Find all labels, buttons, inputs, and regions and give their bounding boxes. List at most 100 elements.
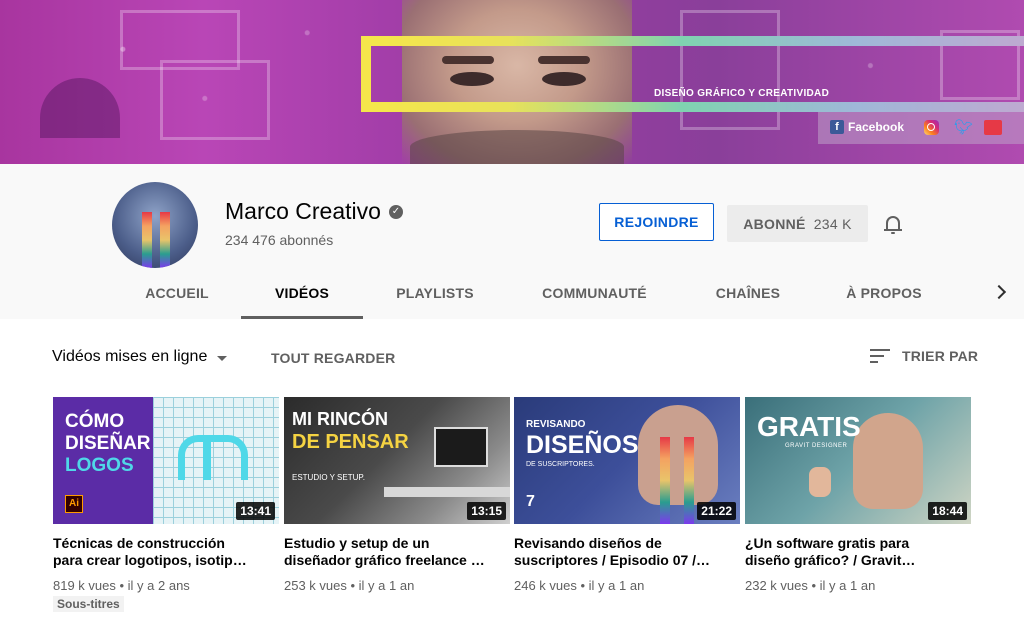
thumbnail-episode-number: 7 bbox=[526, 493, 535, 510]
video-title-line: suscriptores / Episodio 07 /… bbox=[514, 552, 711, 568]
channel-header: Marco Creativo ✓ 234 476 abonnés REJOIND… bbox=[0, 164, 1024, 319]
video-age: il y a 2 ans bbox=[127, 578, 190, 593]
facebook-icon: f bbox=[830, 120, 844, 134]
facebook-link[interactable]: f Facebook bbox=[830, 120, 904, 134]
verified-icon: ✓ bbox=[388, 204, 403, 219]
uploads-dropdown-label: Vidéos mises en ligne bbox=[52, 348, 208, 365]
video-age: il y a 1 an bbox=[819, 578, 876, 593]
join-button[interactable]: REJOINDRE bbox=[599, 203, 714, 241]
video-thumbnail[interactable]: GRATIS GRAVIT DESIGNER 18:44 bbox=[745, 397, 971, 524]
avatar-stripe bbox=[142, 212, 152, 268]
thumbnail-stripe bbox=[684, 437, 694, 524]
video-meta: 246 k vues • il y a 1 an bbox=[514, 578, 645, 593]
channel-banner: DISEÑO GRÁFICO Y CREATIVIDAD f Facebook … bbox=[0, 0, 1024, 164]
subscribed-count: 234 K bbox=[813, 215, 852, 232]
marco-creativo-logo-icon[interactable] bbox=[984, 120, 1002, 135]
notification-bell-icon[interactable] bbox=[884, 214, 902, 234]
video-thumbnail[interactable]: CÓMO DISEÑAR LOGOS Ai 13:41 bbox=[53, 397, 279, 524]
tab-playlists[interactable]: PLAYLISTS bbox=[384, 273, 486, 319]
channel-name: Marco Creativo ✓ bbox=[225, 198, 403, 225]
uploads-dropdown[interactable]: Vidéos mises en ligne bbox=[52, 348, 228, 366]
video-title[interactable]: Estudio y setup de un diseñador gráfico … bbox=[284, 535, 510, 569]
tab-channels[interactable]: CHAÎNES bbox=[702, 273, 794, 319]
thumbnail-line: DE SUSCRIPTORES. bbox=[526, 461, 595, 468]
video-thumbnail[interactable]: MI RINCÓN DE PENSAR ESTUDIO Y SETUP. 13:… bbox=[284, 397, 510, 524]
thumbnail-line: MI RINCÓN bbox=[292, 409, 388, 429]
thumbnail-line: ESTUDIO Y SETUP. bbox=[292, 473, 365, 482]
watch-all-button[interactable]: TOUT REGARDER bbox=[271, 350, 395, 366]
thumbnail-line: CÓMO bbox=[65, 411, 125, 432]
video-card[interactable]: CÓMO DISEÑAR LOGOS Ai 13:41 Técnicas de … bbox=[53, 397, 279, 613]
video-title-line: Revisando diseños de bbox=[514, 535, 662, 551]
banner-wall-frame bbox=[160, 60, 270, 140]
thumbnail-portrait bbox=[853, 413, 923, 509]
video-duration: 13:41 bbox=[236, 502, 275, 520]
video-title-line: para crear logotipos, isotip… bbox=[53, 552, 247, 568]
thumbnail-portrait bbox=[638, 405, 718, 505]
video-age: il y a 1 an bbox=[588, 578, 645, 593]
channel-avatar[interactable] bbox=[112, 182, 198, 268]
tab-home[interactable]: ACCUEIL bbox=[132, 273, 222, 319]
video-title-line: ¿Un software gratis para bbox=[745, 535, 910, 551]
video-title-line: Técnicas de construcción bbox=[53, 535, 225, 551]
thumbnail-desk bbox=[384, 487, 510, 497]
thumbnail-logo-shape bbox=[203, 435, 211, 480]
video-views: 246 k vues bbox=[514, 578, 577, 593]
channel-tabs: ACCUEIL VIDÉOS PLAYLISTS COMMUNAUTÉ CHAÎ… bbox=[0, 273, 1024, 319]
video-meta: 253 k vues • il y a 1 an bbox=[284, 578, 415, 593]
video-views: 232 k vues bbox=[745, 578, 808, 593]
video-card[interactable]: GRATIS GRAVIT DESIGNER 18:44 ¿Un softwar… bbox=[745, 397, 971, 593]
thumbnail-logo-shape bbox=[178, 435, 248, 480]
video-title-line: diseñador gráfico freelance … bbox=[284, 552, 485, 568]
sort-icon bbox=[870, 349, 890, 363]
subscribed-button[interactable]: ABONNÉ 234 K bbox=[727, 205, 868, 242]
video-duration: 18:44 bbox=[928, 502, 967, 520]
thumbnail-line: GRATIS bbox=[757, 411, 861, 442]
thumbnail-text: CÓMO DISEÑAR LOGOS bbox=[65, 411, 151, 477]
video-duration: 21:22 bbox=[697, 502, 736, 520]
sort-by-button[interactable]: TRIER PAR bbox=[870, 348, 978, 364]
video-title-line: diseño gráfico? / Gravit… bbox=[745, 552, 916, 568]
thumbnail-hand bbox=[809, 467, 831, 497]
banner-social-links: f Facebook 🐦︎ bbox=[818, 112, 1024, 144]
sort-by-label: TRIER PAR bbox=[902, 348, 979, 364]
video-thumbnail[interactable]: REVISANDO DISEÑOS DE SUSCRIPTORES. 7 21:… bbox=[514, 397, 740, 524]
thumbnail-monitor bbox=[434, 427, 488, 467]
video-card[interactable]: MI RINCÓN DE PENSAR ESTUDIO Y SETUP. 13:… bbox=[284, 397, 510, 593]
thumbnail-stripe bbox=[660, 437, 670, 524]
video-duration: 13:15 bbox=[467, 502, 506, 520]
instagram-icon[interactable] bbox=[924, 120, 939, 135]
tab-about[interactable]: À PROPOS bbox=[834, 273, 934, 319]
tab-videos[interactable]: VIDÉOS bbox=[241, 273, 363, 319]
thumbnail-line: LOGOS bbox=[65, 455, 134, 476]
video-views: 253 k vues bbox=[284, 578, 347, 593]
subscribed-label: ABONNÉ bbox=[743, 215, 806, 232]
subscriber-count: 234 476 abonnés bbox=[225, 232, 334, 248]
banner-gradient-frame bbox=[361, 36, 1024, 112]
subtitles-badge: Sous-titres bbox=[53, 596, 124, 612]
video-meta: 232 k vues • il y a 1 an bbox=[745, 578, 876, 593]
video-age: il y a 1 an bbox=[358, 578, 415, 593]
video-views: 819 k vues bbox=[53, 578, 116, 593]
twitter-icon[interactable]: 🐦︎ bbox=[954, 118, 973, 136]
illustrator-icon: Ai bbox=[65, 495, 83, 513]
video-title[interactable]: Técnicas de construcción para crear logo… bbox=[53, 535, 279, 569]
channel-name-text: Marco Creativo bbox=[225, 198, 381, 224]
thumbnail-line: GRAVIT DESIGNER bbox=[785, 443, 848, 449]
banner-beard bbox=[410, 130, 624, 164]
thumbnail-line: DISEÑOS bbox=[526, 431, 639, 459]
caret-down-icon bbox=[217, 355, 228, 361]
video-title[interactable]: ¿Un software gratis para diseño gráfico?… bbox=[745, 535, 971, 569]
avatar-stripe bbox=[160, 212, 170, 268]
thumbnail-line: REVISANDO bbox=[526, 419, 586, 430]
video-meta: 819 k vues • il y a 2 ans bbox=[53, 578, 190, 593]
video-card[interactable]: REVISANDO DISEÑOS DE SUSCRIPTORES. 7 21:… bbox=[514, 397, 740, 593]
banner-tagline: DISEÑO GRÁFICO Y CREATIVIDAD bbox=[654, 88, 830, 99]
tab-community[interactable]: COMMUNAUTÉ bbox=[528, 273, 661, 319]
video-title[interactable]: Revisando diseños de suscriptores / Epis… bbox=[514, 535, 740, 569]
chevron-right-icon[interactable] bbox=[992, 285, 1006, 299]
video-title-line: Estudio y setup de un bbox=[284, 535, 430, 551]
thumbnail-line: DISEÑAR bbox=[65, 433, 151, 454]
thumbnail-line: DE PENSAR bbox=[292, 431, 409, 453]
facebook-label: Facebook bbox=[848, 120, 905, 134]
